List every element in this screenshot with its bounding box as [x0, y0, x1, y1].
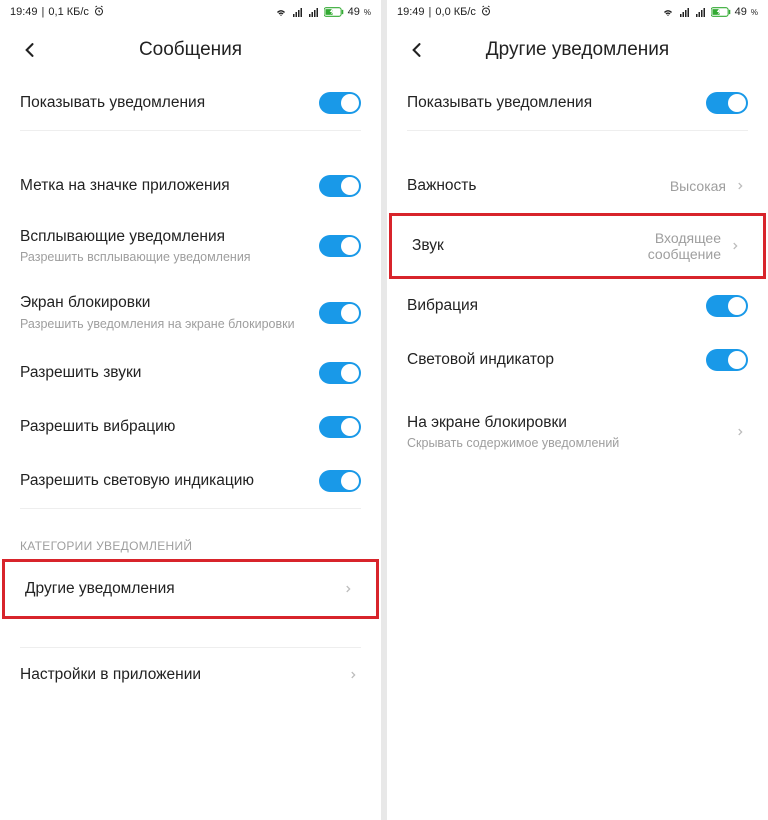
- sublabel: Разрешить всплывающие уведомления: [20, 249, 319, 265]
- row-show-notifications[interactable]: Показывать уведомления: [387, 76, 768, 130]
- signal-icon-2: [308, 6, 320, 18]
- status-speed: 0,0 КБ/с: [435, 6, 476, 18]
- alarm-icon: [93, 5, 105, 20]
- status-bar: 19:49 | 0,0 КБ/с 49 %: [387, 0, 768, 24]
- row-vibration[interactable]: Вибрация: [387, 279, 768, 333]
- wifi-icon: [661, 6, 675, 18]
- label: Разрешить вибрацию: [20, 417, 319, 437]
- back-button[interactable]: [403, 36, 431, 64]
- toggle-on[interactable]: [706, 92, 748, 114]
- sublabel: Разрешить уведомления на экране блокиров…: [20, 316, 319, 332]
- header: Другие уведомления: [387, 24, 768, 76]
- toggle-on[interactable]: [319, 175, 361, 197]
- wifi-icon: [274, 6, 288, 18]
- value: Входящее сообщение: [601, 230, 721, 262]
- value: Высокая: [670, 178, 726, 194]
- section-title: КАТЕГОРИИ УВЕДОМЛЕНИЙ: [0, 529, 381, 559]
- status-bar: 19:49 | 0,1 КБ/с 49 %: [0, 0, 381, 24]
- signal-icon: [679, 6, 691, 18]
- row-sounds[interactable]: Разрешить звуки: [0, 346, 381, 400]
- back-button[interactable]: [16, 36, 44, 64]
- battery-percent: 49: [348, 6, 360, 18]
- screen-other-notifications: 19:49 | 0,0 КБ/с 49 % Другие уведомления…: [387, 0, 768, 820]
- row-show-notifications[interactable]: Показывать уведомления: [0, 76, 381, 130]
- chevron-right-icon: [727, 238, 743, 254]
- label: Показывать уведомления: [407, 93, 706, 113]
- page-title: Другие уведомления: [486, 39, 669, 61]
- signal-icon: [292, 6, 304, 18]
- sublabel: Скрывать содержимое уведомлений: [407, 435, 732, 451]
- row-app-settings[interactable]: Настройки в приложении: [0, 648, 381, 702]
- screen-messages: 19:49 | 0,1 КБ/с 49 % Сообщения Показыва…: [0, 0, 381, 820]
- toggle-on[interactable]: [319, 235, 361, 257]
- signal-icon-2: [695, 6, 707, 18]
- battery-icon: [324, 6, 344, 18]
- header: Сообщения: [0, 24, 381, 76]
- battery-unit: %: [364, 8, 371, 17]
- toggle-on[interactable]: [319, 302, 361, 324]
- label: Метка на значке приложения: [20, 176, 319, 196]
- chevron-right-icon: [340, 581, 356, 597]
- label: Настройки в приложении: [20, 665, 345, 685]
- label: Важность: [407, 176, 670, 196]
- status-speed: 0,1 КБ/с: [48, 6, 89, 18]
- label: Световой индикатор: [407, 350, 706, 370]
- row-sound[interactable]: Звук Входящее сообщение: [392, 216, 763, 276]
- battery-unit: %: [751, 8, 758, 17]
- row-light[interactable]: Разрешить световую индикацию: [0, 454, 381, 508]
- row-other-notifications[interactable]: Другие уведомления: [5, 562, 376, 616]
- alarm-icon: [480, 5, 492, 20]
- chevron-right-icon: [732, 424, 748, 440]
- label: Другие уведомления: [25, 579, 340, 599]
- battery-percent: 49: [735, 6, 747, 18]
- label: Всплывающие уведомления: [20, 227, 319, 247]
- row-lockscreen[interactable]: Экран блокировки Разрешить уведомления н…: [0, 279, 381, 345]
- row-importance[interactable]: Важность Высокая: [387, 159, 768, 213]
- toggle-on[interactable]: [319, 416, 361, 438]
- toggle-on[interactable]: [706, 349, 748, 371]
- toggle-on[interactable]: [319, 470, 361, 492]
- label: Разрешить звуки: [20, 363, 319, 383]
- label: Экран блокировки: [20, 293, 319, 313]
- toggle-on[interactable]: [319, 362, 361, 384]
- chevron-right-icon: [345, 667, 361, 683]
- row-light-indicator[interactable]: Световой индикатор: [387, 333, 768, 387]
- row-badge[interactable]: Метка на значке приложения: [0, 159, 381, 213]
- battery-icon: [711, 6, 731, 18]
- row-popup[interactable]: Всплывающие уведомления Разрешить всплыв…: [0, 213, 381, 279]
- row-vibration[interactable]: Разрешить вибрацию: [0, 400, 381, 454]
- label: Вибрация: [407, 296, 706, 316]
- status-time: 19:49: [397, 6, 425, 18]
- label: На экране блокировки: [407, 413, 732, 433]
- toggle-on[interactable]: [706, 295, 748, 317]
- status-time: 19:49: [10, 6, 38, 18]
- page-title: Сообщения: [139, 39, 242, 61]
- row-on-lockscreen[interactable]: На экране блокировки Скрывать содержимое…: [387, 399, 768, 465]
- label: Разрешить световую индикацию: [20, 471, 319, 491]
- chevron-right-icon: [732, 178, 748, 194]
- label: Звук: [412, 236, 601, 256]
- toggle-on[interactable]: [319, 92, 361, 114]
- label: Показывать уведомления: [20, 93, 319, 113]
